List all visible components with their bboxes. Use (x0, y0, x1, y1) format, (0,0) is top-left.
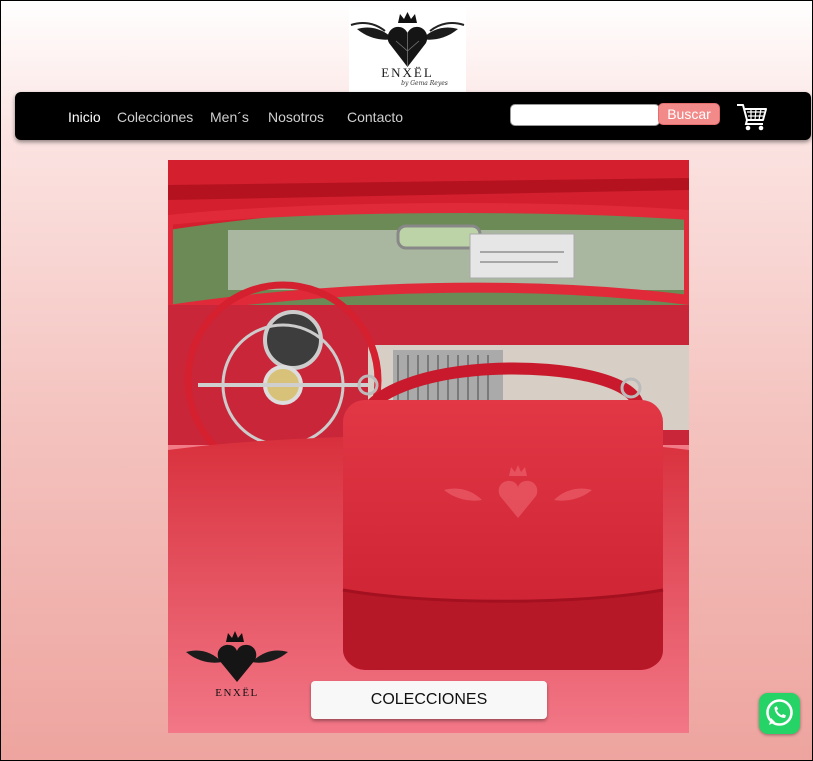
svg-text:ENXËL: ENXËL (215, 687, 259, 699)
nav-item-inicio[interactable]: Inicio (68, 109, 101, 125)
nav-item-colecciones[interactable]: Colecciones (117, 109, 193, 125)
nav-item-nosotros[interactable]: Nosotros (268, 109, 324, 125)
search-button[interactable]: Buscar (658, 103, 720, 125)
hero-banner-image: ENXËL (168, 160, 689, 733)
shopping-cart-icon[interactable] (735, 100, 769, 132)
whatsapp-icon (766, 699, 793, 726)
collections-button[interactable]: COLECCIONES (311, 681, 547, 719)
search-input[interactable] (510, 104, 660, 126)
site-logo[interactable]: ENXËL by Gema Reyes (349, 7, 466, 92)
red-car-handbag-illustration: ENXËL (168, 160, 689, 733)
nav-item-contacto[interactable]: Contacto (347, 109, 403, 125)
whatsapp-button[interactable] (759, 693, 800, 734)
main-navbar: Inicio Colecciones Men´s Nosotros Contac… (15, 92, 811, 140)
brand-name: ENXËL (381, 65, 434, 80)
brand-signature: by Gema Reyes (401, 80, 448, 87)
heart-wings-logo-icon (350, 12, 465, 67)
nav-item-mens[interactable]: Men´s (210, 109, 249, 125)
